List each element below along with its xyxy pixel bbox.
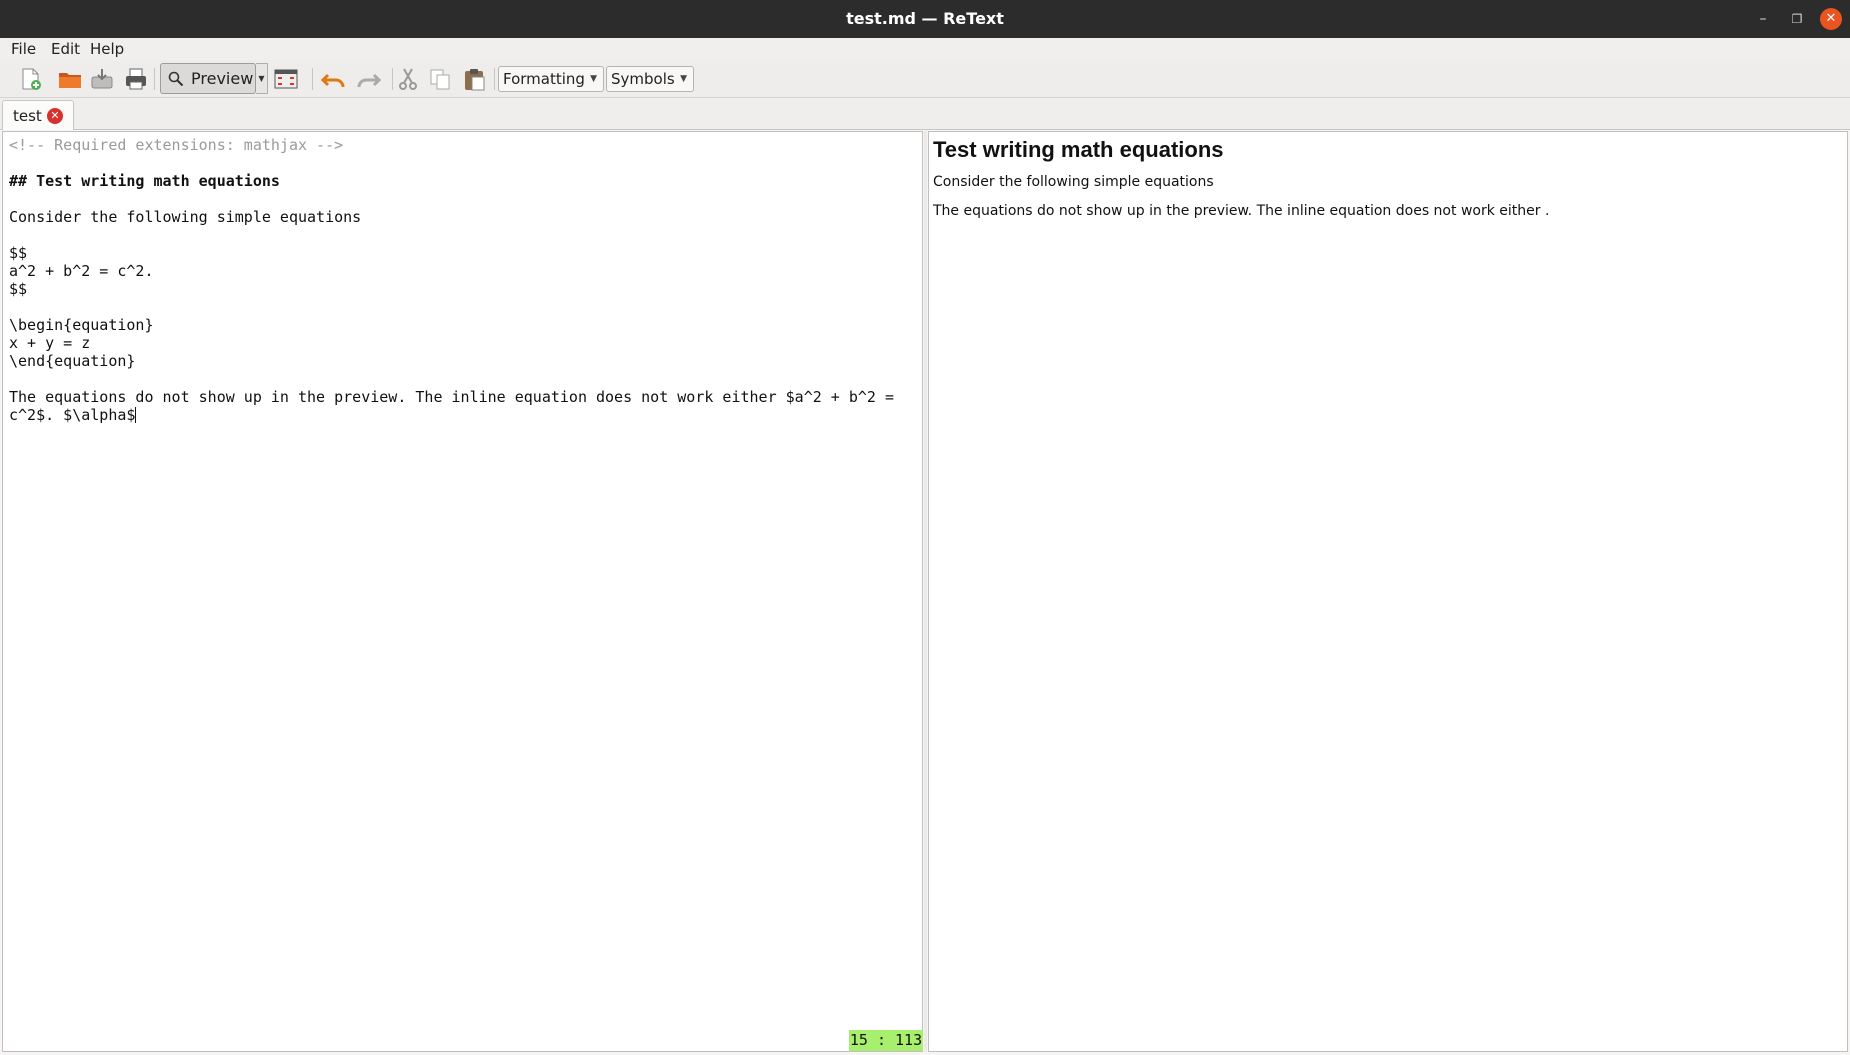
window-title: test.md — ReText: [846, 9, 1004, 28]
menu-edit[interactable]: Edit: [51, 38, 80, 60]
scissors-icon: [399, 68, 417, 90]
chevron-down-icon: ▼: [590, 74, 597, 84]
window-layout-icon: [274, 69, 298, 89]
editor-line: <!-- Required extensions: mathjax -->: [9, 136, 344, 154]
editor-line: x + y = z: [9, 334, 91, 352]
preview-paragraph: The equations do not show up in the prev…: [933, 203, 1550, 219]
editor-last-line: c^2$. $\alpha$: [9, 406, 894, 424]
menu-file[interactable]: File: [11, 38, 36, 60]
maximize-button[interactable]: ❐: [1786, 8, 1808, 30]
tab-label: test: [13, 107, 42, 125]
print-button[interactable]: [122, 65, 150, 93]
editor-text[interactable]: <!-- Required extensions: mathjax --> ## …: [9, 136, 894, 424]
toolbar-separator: [312, 68, 313, 90]
html-preview-pane: Test writing math equations Consider the…: [928, 131, 1848, 1052]
printer-icon: [126, 68, 146, 90]
editor-line: $$: [9, 244, 28, 262]
copy-icon: [430, 69, 450, 90]
formatting-dropdown[interactable]: Formatting ▼: [498, 66, 604, 92]
chevron-down-icon: ▼: [680, 74, 687, 84]
open-file-button[interactable]: [56, 65, 84, 93]
menu-help[interactable]: Help: [90, 38, 124, 60]
main-toolbar: Preview ▼ Formatting ▼ Symbols ▼: [0, 60, 1850, 98]
live-preview-button[interactable]: [272, 65, 300, 93]
magnifier-icon: [168, 71, 184, 87]
paste-button[interactable]: [460, 65, 488, 93]
markdown-editor[interactable]: <!-- Required extensions: mathjax --> ## …: [2, 131, 923, 1052]
redo-button[interactable]: [354, 65, 382, 93]
preview-button-label: Preview: [191, 69, 254, 88]
redo-icon: [357, 73, 382, 88]
save-file-button[interactable]: [88, 65, 116, 93]
tab-test[interactable]: test ✕: [2, 100, 74, 130]
save-icon: [91, 69, 113, 89]
toolbar-separator: [494, 68, 495, 90]
new-document-button[interactable]: [16, 65, 44, 93]
formatting-dropdown-label: Formatting: [503, 70, 585, 88]
undo-button[interactable]: [320, 65, 348, 93]
minimize-button[interactable]: –: [1752, 8, 1774, 30]
folder-open-icon: [59, 73, 81, 88]
symbols-dropdown[interactable]: Symbols ▼: [606, 66, 694, 92]
preview-toggle-button[interactable]: Preview: [160, 63, 256, 94]
toolbar-separator: [154, 68, 155, 90]
window-titlebar: test.md — ReText – ❐ ✕: [0, 0, 1850, 38]
text-cursor: [135, 407, 137, 423]
symbols-dropdown-label: Symbols: [611, 70, 675, 88]
cursor-position-indicator: 15 : 113: [849, 1030, 923, 1051]
editor-line: a^2 + b^2 = c^2.: [9, 262, 154, 280]
editor-line-text: c^2$. $\alpha$: [9, 406, 136, 424]
copy-button[interactable]: [426, 65, 454, 93]
menu-bar: File Edit Help: [0, 38, 1850, 60]
editor-line: $$: [9, 280, 28, 298]
undo-icon: [320, 73, 345, 88]
clipboard-icon: [465, 69, 485, 91]
new-document-icon: [22, 68, 41, 90]
document-tab-bar: test ✕: [0, 98, 1850, 130]
editor-line: Consider the following simple equations: [9, 208, 362, 226]
preview-paragraph: Consider the following simple equations: [933, 174, 1214, 190]
editor-line: \begin{equation}: [9, 316, 154, 334]
preview-dropdown-arrow[interactable]: ▼: [256, 63, 268, 94]
toolbar-separator: [392, 68, 393, 90]
editor-line: ## Test writing math equations: [9, 172, 280, 190]
close-tab-icon[interactable]: ✕: [47, 108, 63, 124]
close-window-button[interactable]: ✕: [1820, 8, 1842, 30]
editor-line: The equations do not show up in the prev…: [9, 388, 895, 406]
preview-heading: Test writing math equations: [933, 137, 1224, 162]
pane-splitter[interactable]: [924, 131, 927, 1052]
editor-line: \end{equation}: [9, 352, 136, 370]
cut-button[interactable]: [394, 65, 422, 93]
